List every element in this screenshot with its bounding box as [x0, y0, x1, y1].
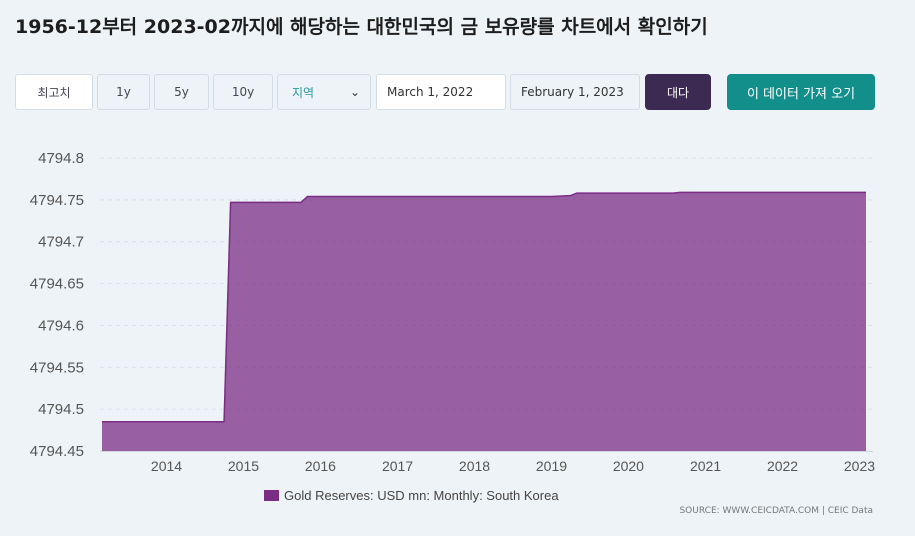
y-tick-label: 4794.75 [30, 192, 84, 209]
apply-button[interactable]: 대다 [645, 74, 711, 110]
x-tick-label: 2021 [690, 458, 721, 474]
region-select[interactable]: 지역 ⌄ [277, 74, 371, 110]
x-tick-label: 2016 [305, 458, 336, 474]
source-credit: SOURCE: WWW.CEICDATA.COM | CEIC Data [679, 506, 873, 516]
y-tick-label: 4794.6 [38, 317, 84, 334]
y-tick-label: 4794.5 [38, 401, 84, 418]
y-tick-label: 4794.55 [30, 359, 84, 376]
gold-reserves-chart: 4794.45 4794.5 4794.55 4794.6 4794.65 4794.7 4… [30, 150, 875, 503]
series-area [102, 191, 866, 451]
series-area-fill [102, 192, 866, 451]
legend-swatch [264, 490, 279, 501]
range-10y-button[interactable]: 10y [213, 74, 273, 110]
get-data-button[interactable]: 이 데이터 가져 오기 [727, 74, 875, 110]
x-tick-label: 2014 [151, 458, 182, 474]
start-date-input[interactable]: March 1, 2022 [376, 74, 506, 110]
x-tick-label: 2015 [228, 458, 259, 474]
x-tick-label: 2018 [459, 458, 490, 474]
y-tick-label: 4794.7 [38, 234, 84, 251]
end-date-input[interactable]: February 1, 2023 [510, 74, 640, 110]
x-tick-label: 2022 [767, 458, 798, 474]
chevron-down-icon: ⌄ [349, 85, 360, 99]
page-title: 1956-12부터 2023-02까지에 해당하는 대한민국의 금 보유량를 차… [15, 16, 708, 38]
x-tick-label: 2020 [613, 458, 644, 474]
range-max-button[interactable]: 최고치 [15, 74, 93, 110]
range-1y-button[interactable]: 1y [97, 74, 150, 110]
x-tick-label: 2019 [536, 458, 567, 474]
x-axis-ticks: 2014 2015 2016 2017 2018 2019 2020 2021 2022 2023 [100, 451, 875, 474]
y-tick-label: 4794.45 [30, 443, 84, 460]
region-select-value: 지역 [292, 85, 315, 100]
y-tick-label: 4794.65 [30, 276, 84, 293]
legend-label: Gold Reserves: USD mn: Monthly: South Ko… [284, 488, 559, 503]
x-tick-label: 2023 [844, 458, 875, 474]
y-axis-ticks: 4794.45 4794.5 4794.55 4794.6 4794.65 4794.7 4… [30, 150, 84, 460]
y-tick-label: 4794.8 [38, 150, 84, 167]
legend: Gold Reserves: USD mn: Monthly: South Ko… [264, 488, 559, 503]
range-5y-button[interactable]: 5y [154, 74, 209, 110]
x-tick-label: 2017 [382, 458, 413, 474]
